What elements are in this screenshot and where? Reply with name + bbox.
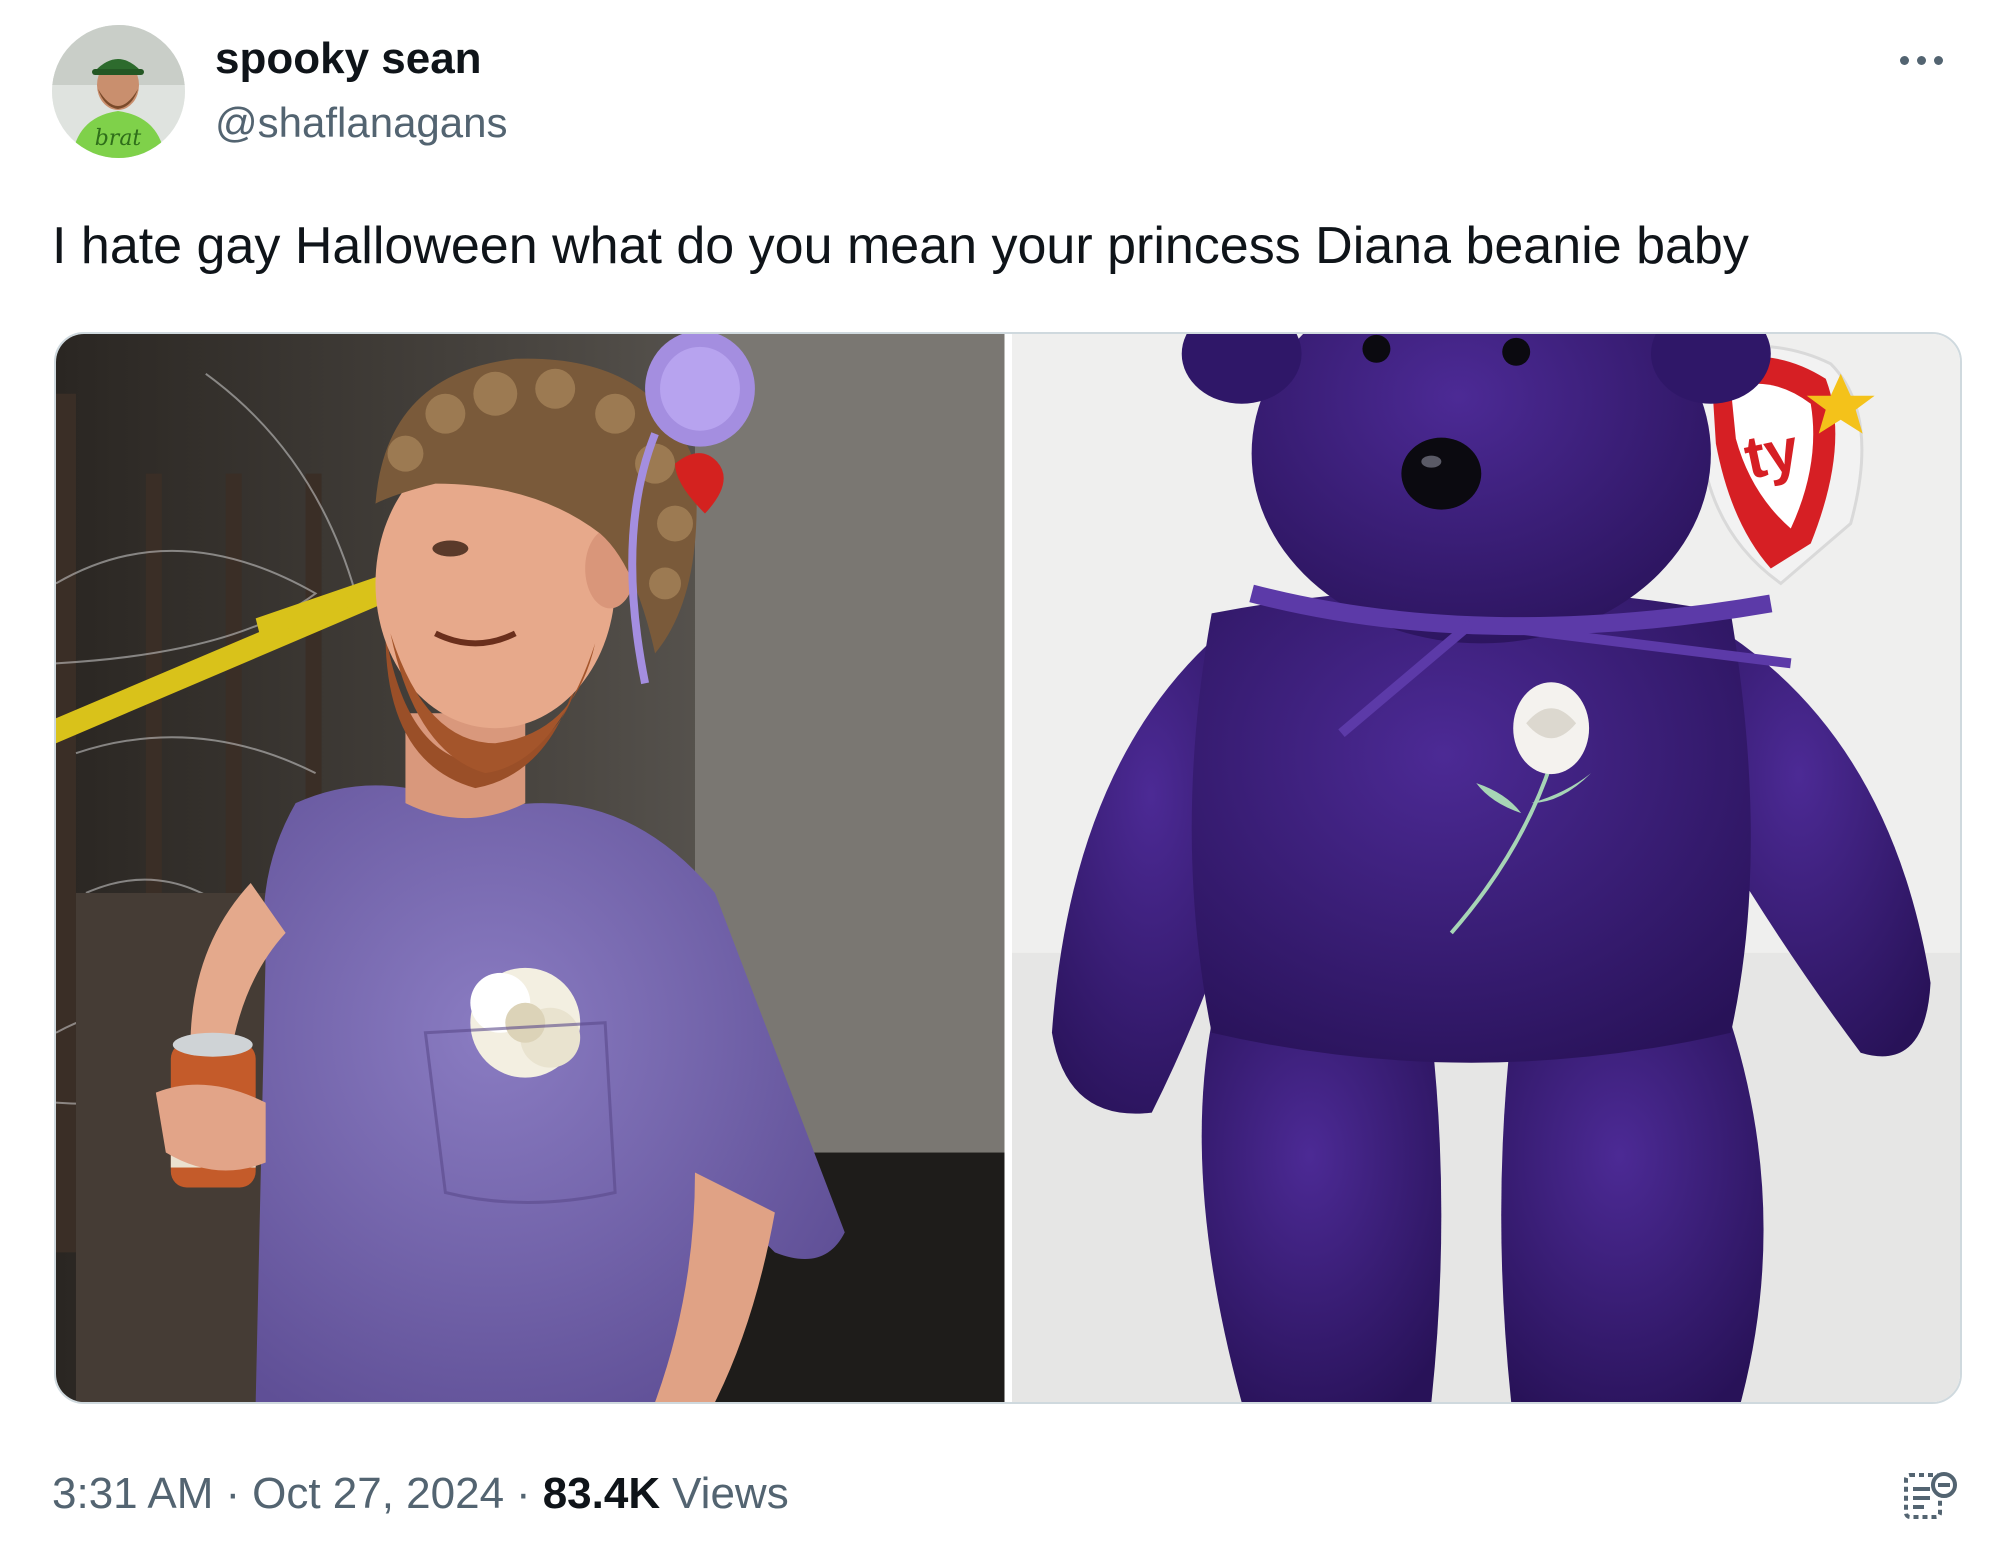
- author-handle[interactable]: @shaflanagans: [215, 98, 508, 148]
- post-analytics-icon: [1904, 1472, 1957, 1519]
- tweet-footer: 3:31 AM · Oct 27, 2024 · 83.4K Views: [52, 1466, 789, 1522]
- author-display-name[interactable]: spooky sean: [215, 33, 482, 85]
- photo-beanie-illustration: ty: [1011, 334, 1960, 1402]
- tweet-timestamp-link[interactable]: 3:31 AM · Oct 27, 2024: [52, 1466, 504, 1522]
- view-count: 83.4K: [542, 1469, 661, 1518]
- separator-dot: ·: [225, 1469, 241, 1518]
- tweet-text: I hate gay Halloween what do you mean yo…: [52, 217, 1749, 275]
- more-options-button[interactable]: [1885, 40, 1957, 80]
- photo-man-illustration: [56, 334, 1005, 1402]
- more-horizontal-icon-dot: [1933, 55, 1943, 65]
- views-label: Views: [672, 1469, 789, 1518]
- more-horizontal-icon-dot: [1916, 55, 1926, 65]
- more-horizontal-icon: [1899, 55, 1909, 65]
- separator-dot: ·: [516, 1469, 531, 1518]
- post-analytics-button[interactable]: [1900, 1465, 1960, 1525]
- photo-man-in-purple-shirt[interactable]: [56, 334, 1005, 1402]
- media-grid: ty: [54, 332, 1962, 1404]
- avatar-shirt-text: brat: [95, 126, 142, 151]
- photo-princess-diana-beanie-baby[interactable]: ty: [1011, 334, 1960, 1402]
- tweet-date: Oct 27, 2024: [252, 1469, 505, 1518]
- author-avatar[interactable]: brat: [52, 25, 185, 158]
- tweet-time: 3:31 AM: [52, 1469, 214, 1518]
- avatar-image: brat: [52, 25, 185, 158]
